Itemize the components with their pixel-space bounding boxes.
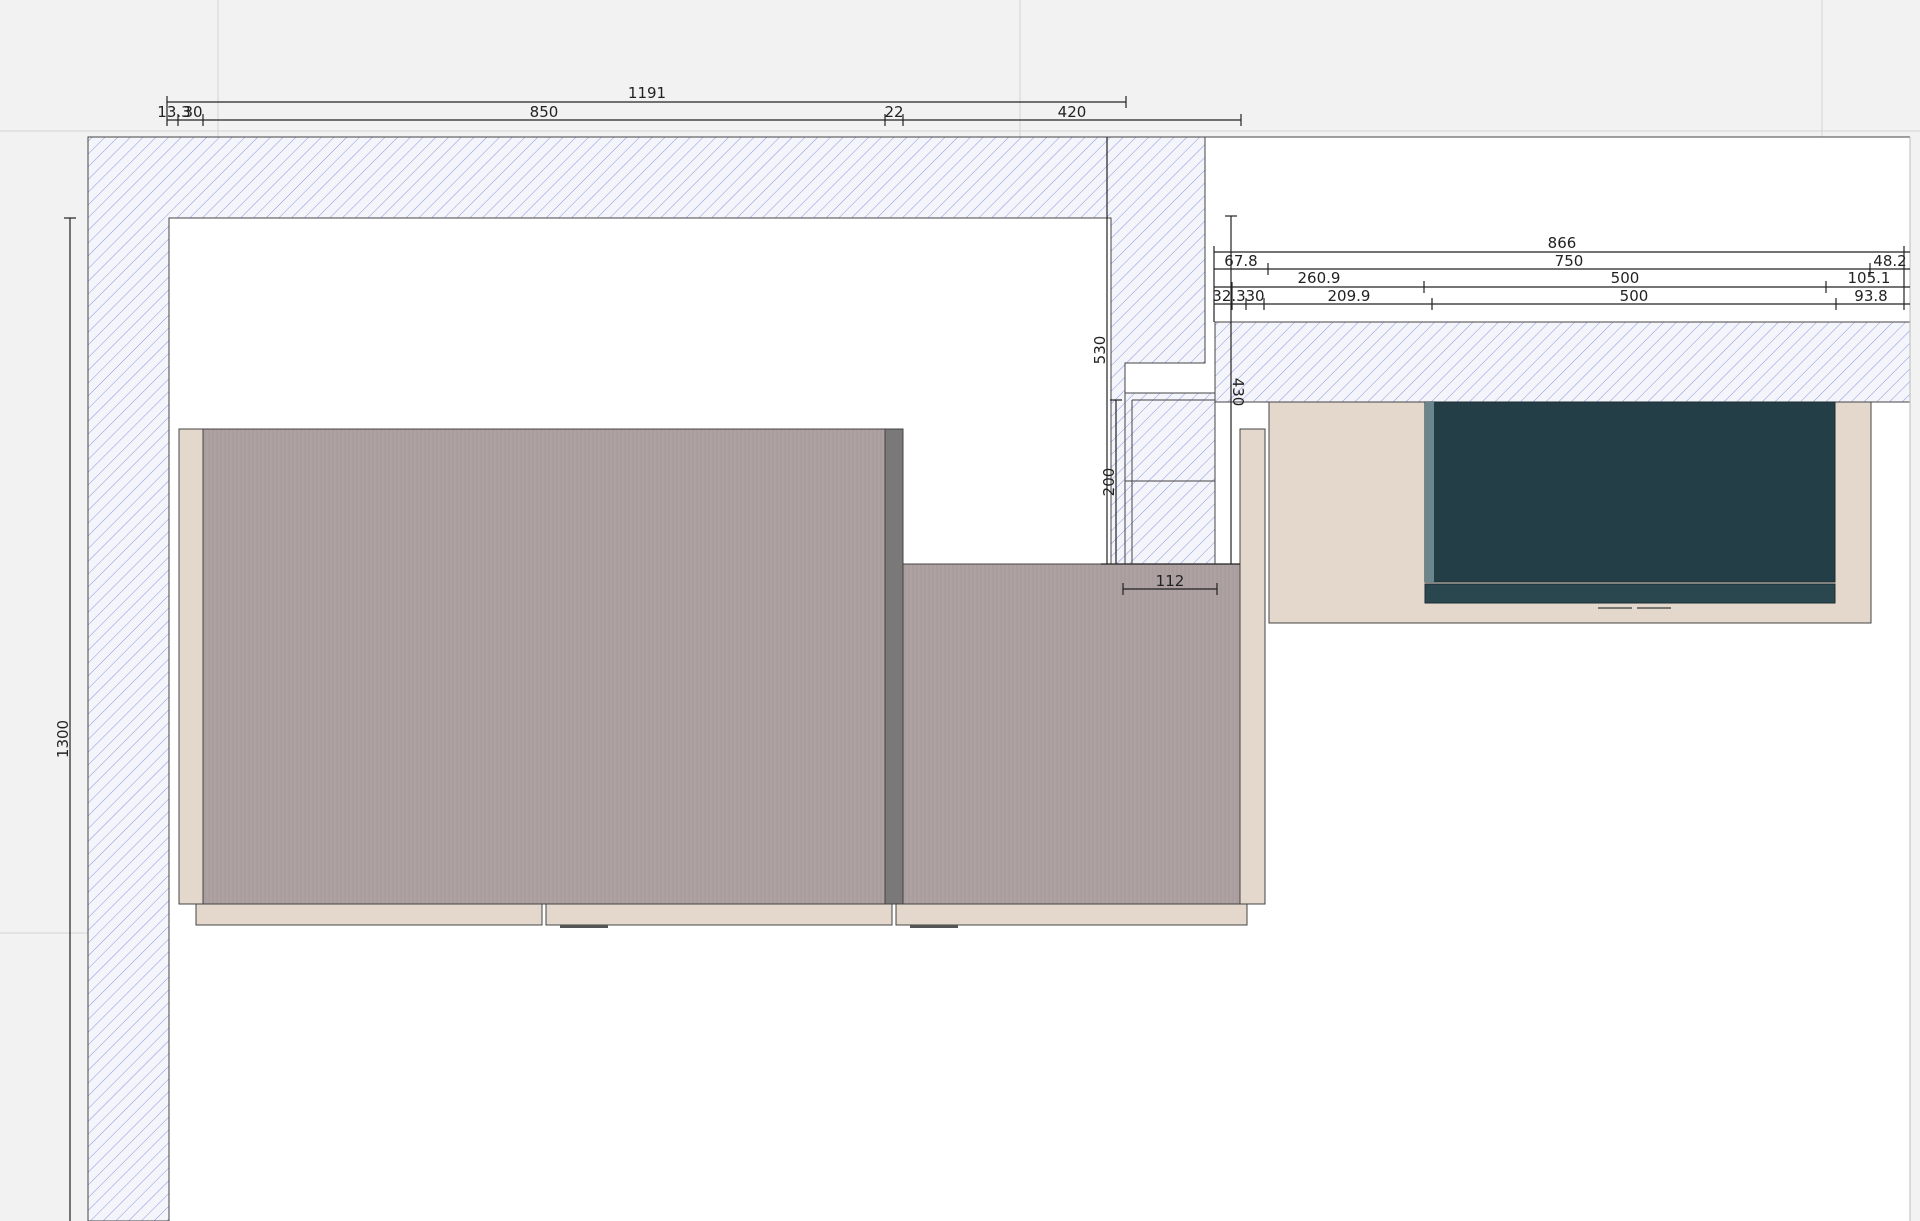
dim-top-e: 420 — [1058, 103, 1087, 121]
dim-column-lower: 200 — [1100, 468, 1118, 497]
plinth-1 — [195, 903, 543, 926]
dim-top-overall: 1191 — [628, 84, 666, 102]
dim-right-r3-b: 30 — [1245, 287, 1264, 305]
handle-2 — [910, 925, 958, 928]
handle-1 — [560, 925, 608, 928]
dim-right-r2-c: 105.1 — [1848, 269, 1891, 287]
appliance-side — [1425, 402, 1434, 582]
appliance-body — [1424, 401, 1836, 583]
dim-right-r3-c: 209.9 — [1328, 287, 1371, 305]
kitchen-floor-plan: 1191 13.3 30 850 22 420 1300 530 200 430… — [0, 0, 1920, 1221]
dim-right-r1-c: 48.2 — [1873, 252, 1906, 270]
appliance-door — [1424, 583, 1836, 604]
dim-left-height: 1300 — [54, 720, 72, 758]
wall-column — [1124, 392, 1216, 565]
dim-right-r3-e: 93.8 — [1854, 287, 1887, 305]
dim-right-r2-b: 500 — [1611, 269, 1640, 287]
dim-right-r3-d: 500 — [1620, 287, 1649, 305]
plinth-2 — [545, 903, 893, 926]
dim-right-r1-a: 67.8 — [1224, 252, 1257, 270]
dim-top-b: 30 — [183, 103, 202, 121]
cabinet-end-panel — [884, 428, 904, 905]
dim-right-r2-a: 260.9 — [1298, 269, 1341, 287]
dim-right-r1-b: 750 — [1555, 252, 1584, 270]
dim-column-height: 530 — [1091, 336, 1109, 365]
tall-cabinet — [202, 428, 886, 905]
right-counter — [1268, 401, 1872, 624]
cabinet-side-panel-right — [1239, 428, 1266, 905]
right-wall — [1214, 321, 1911, 403]
plinth-3 — [895, 903, 1248, 926]
dim-right-overall: 866 — [1548, 234, 1577, 252]
dim-top-c: 850 — [530, 103, 559, 121]
dim-top-d: 22 — [884, 103, 903, 121]
base-cabinet — [902, 563, 1241, 905]
dim-right-r3-a: 32.3 — [1212, 287, 1245, 305]
dim-column-width: 112 — [1156, 572, 1185, 590]
dim-column-right: 430 — [1229, 378, 1247, 407]
cabinet-side-panel-left — [178, 428, 204, 905]
